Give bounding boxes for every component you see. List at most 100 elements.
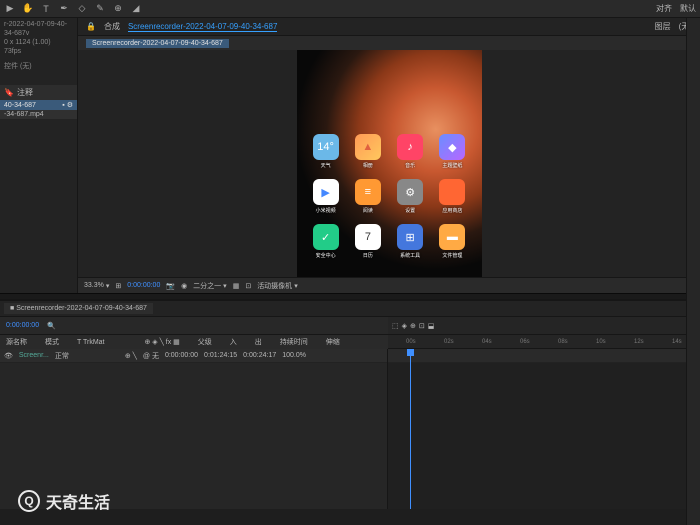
settings-app-icon: ⚙: [397, 179, 423, 205]
col-out[interactable]: 出: [255, 337, 262, 347]
tl-icon[interactable]: ⬓: [428, 322, 435, 330]
tl-icon[interactable]: ⊡: [419, 322, 425, 330]
tl-icon[interactable]: ◈: [402, 322, 407, 330]
watermark-text: 天奇生活: [46, 489, 110, 513]
project-name: r-2022-04-07-09-40-34-687v: [4, 20, 73, 38]
app-row-3: ✓安全中心 7日历 ⊞系统工具 ▬文件管理: [305, 224, 474, 259]
main-toolbar: ▶ ✋ T ✒ ◇ ✎ ⊕ ◢ 对齐 默认: [0, 0, 700, 18]
viewer-controls: 33.3% ▾ ⊞ 0:00:00:00 📷 ◉ 二分之一 ▾ ▦ ⊡ 活动摄像…: [78, 277, 700, 293]
assets-label: 控件 (无): [4, 62, 73, 71]
reader-app-icon: ≡: [355, 179, 381, 205]
timeline-columns: 源名称 模式 T TrkMat ⊕ ◈ ╲ fx ▦ 父级 入 出 持续时间 伸…: [0, 335, 700, 349]
annotation-section: 🔖 注释 40-34-687 ▪ ⚙ -34-687.mp4: [0, 85, 77, 119]
timeline-tracks[interactable]: [388, 349, 700, 509]
timeline-panel: ■ Screenrecorder-2022-04-07-09-40-34-687…: [0, 299, 700, 509]
col-duration[interactable]: 持续时间: [280, 337, 308, 347]
timeline-tab[interactable]: ■ Screenrecorder-2022-04-07-09-40-34-687: [4, 303, 153, 314]
layer-name: Screenr...: [19, 352, 49, 359]
asset-icons: ▪ ⚙: [62, 101, 73, 109]
col-stretch[interactable]: 伸缩: [326, 337, 340, 347]
theme-app-icon: ◆: [439, 134, 465, 160]
watermark: Q 天奇生活: [18, 489, 110, 513]
security-app-icon: ✓: [313, 224, 339, 250]
visibility-icon[interactable]: 👁: [4, 352, 13, 360]
playhead[interactable]: [410, 349, 411, 509]
composition-viewer[interactable]: 14°天气 ▲相册 ♪音乐 ◆主题壁纸 ▶小米视频 ≡阅读 ⚙设置 应用商店 ✓…: [78, 50, 700, 277]
right-edge-panel: [686, 18, 700, 525]
viewer-tabs: 🔒 合成 Screenrecorder-2022-04-07-09-40-34-…: [78, 18, 700, 36]
project-panel: r-2022-04-07-09-40-34-687v 0 x 1124 (1.0…: [0, 18, 78, 293]
timeline-body: 👁 Screenr... 正常 ⊕ ╲ @ 无 0:00:00:00 0:01:…: [0, 349, 700, 509]
guides-icon[interactable]: ⊡: [245, 282, 251, 290]
layer-row[interactable]: 👁 Screenr... 正常 ⊕ ╲ @ 无 0:00:00:00 0:01:…: [0, 349, 387, 363]
layer-mode[interactable]: 正常: [55, 351, 69, 361]
col-trkmat[interactable]: T TrkMat: [77, 339, 104, 346]
col-mode[interactable]: 模式: [45, 337, 59, 347]
label-icon: 🔖: [4, 88, 14, 97]
pen-tool-icon[interactable]: ✒: [58, 3, 70, 15]
time-ruler[interactable]: 00s 02s 04s 06s 08s 10s 12s 14s: [388, 335, 700, 349]
asset-row[interactable]: -34-687.mp4: [0, 110, 77, 119]
project-info: r-2022-04-07-09-40-34-687v 0 x 1124 (1.0…: [0, 18, 77, 73]
camera-control[interactable]: 活动摄像机 ▾: [257, 281, 298, 291]
gallery-app-icon: ▲: [355, 134, 381, 160]
snapshot-icon[interactable]: 📷: [166, 282, 175, 290]
timeline-header: 0:00:00:00 🔍 ⬚ ◈ ⊕ ⊡ ⬓: [0, 317, 700, 335]
weather-app-icon: 14°: [313, 134, 339, 160]
app-row-2: ▶小米视频 ≡阅读 ⚙设置 应用商店: [305, 179, 474, 214]
layer-tab-label[interactable]: 图层: [655, 21, 671, 32]
col-in[interactable]: 入: [230, 337, 237, 347]
files-app-icon: ▬: [439, 224, 465, 250]
project-fps: 73fps: [4, 47, 73, 56]
grid-icon[interactable]: ▦: [233, 282, 240, 290]
brush-tool-icon[interactable]: ✎: [94, 3, 106, 15]
timeline-layers: 👁 Screenr... 正常 ⊕ ╲ @ 无 0:00:00:00 0:01:…: [0, 349, 388, 509]
eraser-tool-icon[interactable]: ◢: [130, 3, 142, 15]
comp-tab-label[interactable]: 合成: [104, 21, 120, 32]
timeline-cols-left: 源名称 模式 T TrkMat ⊕ ◈ ╲ fx ▦ 父级 入 出 持续时间 伸…: [0, 335, 388, 349]
music-app-icon: ♪: [397, 134, 423, 160]
align-label[interactable]: 对齐: [656, 3, 672, 14]
default-label[interactable]: 默认: [680, 3, 696, 14]
stamp-tool-icon[interactable]: ⊕: [112, 3, 124, 15]
hand-tool-icon[interactable]: ✋: [22, 3, 34, 15]
project-dims: 0 x 1124 (1.00): [4, 38, 73, 47]
toolbar-right: 对齐 默认: [656, 3, 696, 14]
store-app-icon: [439, 179, 465, 205]
tl-icon[interactable]: ⊕: [410, 322, 416, 330]
search-icon[interactable]: 🔍: [47, 322, 56, 330]
timeline-tool-icons: ⬚ ◈ ⊕ ⊡ ⬓: [392, 322, 434, 330]
app-row-1: 14°天气 ▲相册 ♪音乐 ◆主题壁纸: [305, 134, 474, 169]
text-tool-icon[interactable]: T: [40, 3, 52, 15]
lock-icon[interactable]: 🔒: [86, 22, 96, 31]
viewer-panel: 🔒 合成 Screenrecorder-2022-04-07-09-40-34-…: [78, 18, 700, 293]
asset-row-selected[interactable]: 40-34-687 ▪ ⚙: [0, 100, 77, 110]
zoom-control[interactable]: 33.3% ▾: [84, 282, 109, 290]
watermark-icon: Q: [18, 490, 40, 512]
col-source[interactable]: 源名称: [6, 337, 27, 347]
timeline-header-left: 0:00:00:00 🔍: [0, 317, 388, 334]
subtab[interactable]: Screenrecorder-2022-04-07-09-40-34-687: [86, 39, 229, 48]
resolution-icon[interactable]: ⊞: [115, 282, 121, 290]
annotation-header[interactable]: 🔖 注释: [0, 85, 77, 100]
track-row[interactable]: [388, 349, 700, 363]
timeline-timecode[interactable]: 0:00:00:00: [6, 322, 39, 329]
timeline-header-right: ⬚ ◈ ⊕ ⊡ ⬓: [388, 317, 700, 334]
video-app-icon: ▶: [313, 179, 339, 205]
timecode-display[interactable]: 0:00:00:00: [127, 282, 160, 289]
quality-control[interactable]: 二分之一 ▾: [193, 281, 227, 291]
calendar-app-icon: 7: [355, 224, 381, 250]
viewer-subtabs: Screenrecorder-2022-04-07-09-40-34-687: [78, 36, 700, 50]
selection-tool-icon[interactable]: ▶: [4, 3, 16, 15]
main-area: r-2022-04-07-09-40-34-687v 0 x 1124 (1.0…: [0, 18, 700, 293]
tl-icon[interactable]: ⬚: [392, 322, 399, 330]
phone-preview: 14°天气 ▲相册 ♪音乐 ◆主题壁纸 ▶小米视频 ≡阅读 ⚙设置 应用商店 ✓…: [297, 50, 482, 277]
shape-tool-icon[interactable]: ◇: [76, 3, 88, 15]
tools-app-icon: ⊞: [397, 224, 423, 250]
channel-icon[interactable]: ◉: [181, 282, 187, 290]
timeline-tabs: ■ Screenrecorder-2022-04-07-09-40-34-687: [0, 301, 700, 317]
comp-tab-name[interactable]: Screenrecorder-2022-04-07-09-40-34-687: [128, 22, 277, 32]
tool-icons-group: ▶ ✋ T ✒ ◇ ✎ ⊕ ◢: [4, 3, 142, 15]
col-parent[interactable]: 父级: [198, 337, 212, 347]
app-grid: 14°天气 ▲相册 ♪音乐 ◆主题壁纸 ▶小米视频 ≡阅读 ⚙设置 应用商店 ✓…: [297, 134, 482, 269]
